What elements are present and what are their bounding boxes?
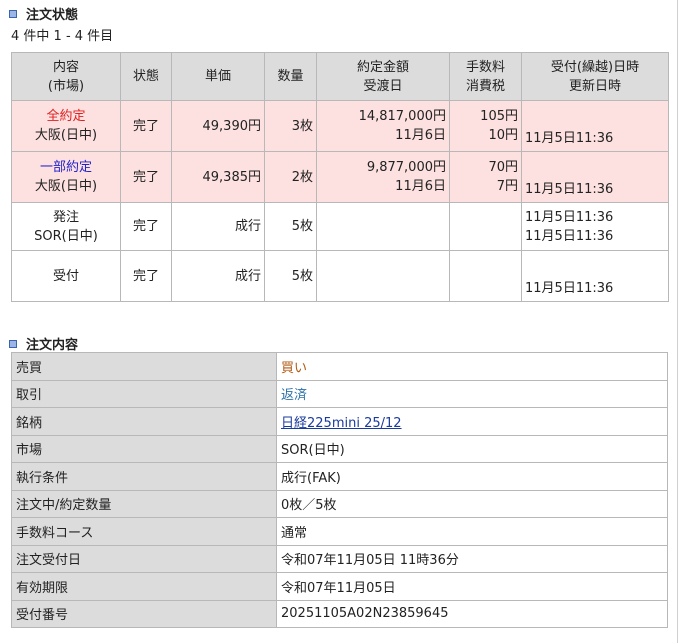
detail-label: 売買 (11, 352, 277, 381)
result-count: 4 件中 1 - 4 件目 (11, 29, 114, 44)
col-header-datetime: 受付(繰越)日時 更新日時 (521, 52, 669, 101)
detail-value-trade: 返済 (276, 379, 668, 408)
col-header-amount: 約定金額 受渡日 (316, 52, 450, 101)
square-bullet-icon (9, 339, 17, 348)
row-amount (316, 202, 450, 251)
detail-label: 受付番号 (11, 599, 277, 628)
detail-row-symbol: 銘柄 日経225mini 25/12 (11, 407, 668, 436)
row-fee (449, 250, 522, 302)
order-detail-heading: 注文内容 (9, 334, 78, 353)
table-row: 受付 完了 成行 5枚 11月5日11:36 (11, 250, 669, 302)
row-state: 完了 (120, 100, 172, 152)
detail-row-trade: 取引 返済 (11, 379, 668, 408)
row-qty: 3枚 (264, 100, 317, 152)
table-row: 全約定 大阪(日中) 完了 49,390円 3枚 14,817,000円 11月… (11, 100, 669, 152)
detail-label: 手数料コース (11, 517, 277, 546)
detail-label: 有効期限 (11, 572, 277, 601)
row-price: 成行 (171, 202, 265, 251)
fill-type-partial: 一部約定 (39, 160, 92, 175)
row-state: 完了 (120, 151, 172, 203)
col-header-unit-price: 単価 (171, 52, 265, 101)
col-header-content: 内容 (市場) (11, 52, 121, 101)
order-status-table: 内容 (市場) 状態 単価 数量 約定金額 受渡日 手数料 消費税 受付(繰越)… (11, 52, 669, 302)
order-detail-table: 売買 買い 取引 返済 銘柄 日経225mini 25/12 市場 SOR(日中… (11, 352, 668, 628)
detail-label: 銘柄 (11, 407, 277, 436)
row-market: 大阪(日中) (34, 179, 98, 194)
row-market: 大阪(日中) (34, 128, 98, 143)
row-price: 49,385円 (171, 151, 265, 203)
col-header-state: 状態 (120, 52, 172, 101)
row-fee: 105円 10円 (449, 100, 522, 152)
detail-row-expiry: 有効期限 令和07年11月05日 (11, 572, 668, 601)
fill-type-full: 全約定 (46, 109, 86, 124)
row-state: 完了 (120, 250, 172, 302)
row-qty: 5枚 (264, 202, 317, 251)
row-state: 完了 (120, 202, 172, 251)
detail-label: 注文受付日 (11, 544, 277, 573)
order-status-title: 注文状態 (26, 8, 79, 23)
detail-row-condition: 執行条件 成行(FAK) (11, 462, 668, 491)
square-bullet-icon (9, 9, 17, 18)
row-datetime: 11月5日11:36 11月5日11:36 (521, 202, 669, 251)
table-row: 発注 SOR(日中) 完了 成行 5枚 11月5日11:36 11月5日11:3… (11, 202, 669, 251)
detail-value-quantity: 0枚／5枚 (276, 489, 668, 518)
row-content: 全約定 大阪(日中) (11, 100, 121, 152)
detail-label: 取引 (11, 379, 277, 408)
order-detail-title: 注文内容 (26, 338, 79, 353)
table-header-row: 内容 (市場) 状態 単価 数量 約定金額 受渡日 手数料 消費税 受付(繰越)… (11, 52, 669, 101)
row-price: 成行 (171, 250, 265, 302)
detail-label: 市場 (11, 434, 277, 463)
row-market: SOR(日中) (34, 228, 98, 244)
order-status-page: 注文状態 4 件中 1 - 4 件目 内容 (市場) 状態 単価 数量 約定金額… (0, 0, 678, 643)
detail-value-receipt-number: 20251105A02N23859645 (276, 599, 668, 628)
row-content: 受付 (11, 250, 121, 302)
detail-label: 注文中/約定数量 (11, 489, 277, 518)
detail-row-side: 売買 買い (11, 352, 668, 381)
detail-row-fee-course: 手数料コース 通常 (11, 517, 668, 546)
row-datetime: 11月5日11:36 (521, 100, 669, 152)
symbol-link[interactable]: 日経225mini 25/12 (281, 416, 402, 431)
row-fee (449, 202, 522, 251)
table-row: 一部約定 大阪(日中) 完了 49,385円 2枚 9,877,000円 11月… (11, 151, 669, 203)
detail-value-side: 買い (276, 352, 668, 381)
detail-label: 執行条件 (11, 462, 277, 491)
row-fee: 70円 7円 (449, 151, 522, 203)
row-datetime: 11月5日11:36 (521, 250, 669, 302)
col-header-fee: 手数料 消費税 (449, 52, 522, 101)
row-qty: 2枚 (264, 151, 317, 203)
row-content: 発注 SOR(日中) (11, 202, 121, 251)
order-status-heading: 注文状態 (9, 4, 78, 23)
row-amount: 14,817,000円 11月6日 (316, 100, 450, 152)
detail-value-symbol: 日経225mini 25/12 (276, 407, 668, 436)
row-price: 49,390円 (171, 100, 265, 152)
detail-value-market: SOR(日中) (276, 434, 668, 463)
col-header-quantity: 数量 (264, 52, 317, 101)
detail-row-market: 市場 SOR(日中) (11, 434, 668, 463)
detail-row-receipt-number: 受付番号 20251105A02N23859645 (11, 599, 668, 628)
row-content: 一部約定 大阪(日中) (11, 151, 121, 203)
detail-value-expiry: 令和07年11月05日 (276, 572, 668, 601)
detail-value-condition: 成行(FAK) (276, 462, 668, 491)
detail-row-accepted-date: 注文受付日 令和07年11月05日 11時36分 (11, 544, 668, 573)
row-amount (316, 250, 450, 302)
row-datetime: 11月5日11:36 (521, 151, 669, 203)
detail-value-fee-course: 通常 (276, 517, 668, 546)
row-qty: 5枚 (264, 250, 317, 302)
detail-row-quantity: 注文中/約定数量 0枚／5枚 (11, 489, 668, 518)
detail-value-accepted-date: 令和07年11月05日 11時36分 (276, 544, 668, 573)
row-amount: 9,877,000円 11月6日 (316, 151, 450, 203)
